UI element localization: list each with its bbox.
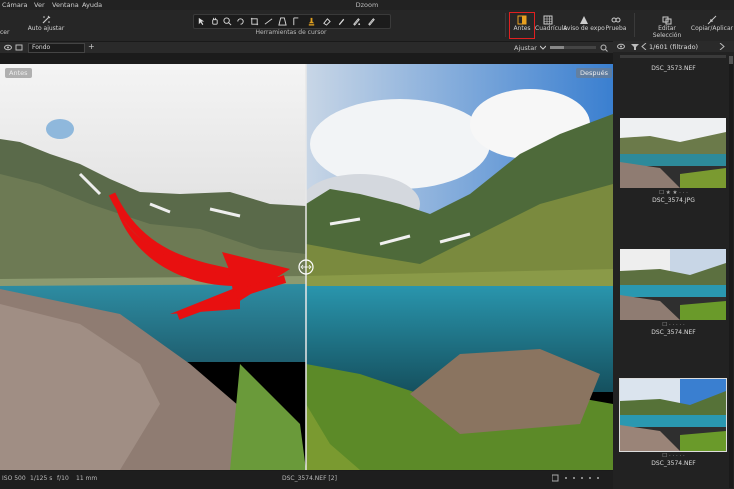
left-cut-label: cer [0, 29, 10, 36]
window-title: Dzoom [355, 1, 379, 9]
browser-panel: 1/601 (filtrado) DSC_3573.NEF ☐ ★ ★ · · … [613, 41, 734, 489]
auto-adjust-button[interactable]: Auto ajustar [26, 15, 66, 32]
layer-bar: Fondo + Ajustar [0, 41, 613, 53]
browser-scrollbar[interactable] [729, 56, 733, 488]
menu-camara[interactable]: Cámara [2, 1, 28, 9]
eraser-icon[interactable] [322, 17, 331, 26]
exposure-warning-label: Aviso de expo [563, 25, 605, 32]
filter-icon[interactable] [631, 43, 639, 50]
browser-scroll-thumb[interactable] [729, 56, 733, 64]
edit-selection-label: Editar Selección [652, 25, 682, 39]
before-after-label: Antes [513, 25, 531, 32]
warning-icon [580, 16, 588, 24]
auto-adjust-icon [42, 15, 51, 24]
toolbar-separator [634, 13, 635, 37]
iso-readout: ISO 500 [2, 475, 26, 482]
thumb-top-strip [620, 55, 726, 58]
shutter-readout: 1/125 s [30, 475, 53, 482]
thumbnail-image [620, 249, 726, 320]
before-label: Antes [5, 68, 32, 78]
straighten-icon[interactable] [264, 17, 273, 26]
status-filename: DSC_3574.NEF [2] [282, 475, 337, 482]
image-viewer[interactable]: Antes Después [0, 64, 613, 470]
thumb-rating[interactable]: ☐ · · · · · [613, 453, 734, 459]
mask-brush-icon[interactable] [307, 17, 316, 26]
glasses-icon [611, 17, 621, 23]
spot-icon[interactable] [292, 17, 301, 26]
eye-icon[interactable] [4, 44, 12, 51]
menu-bar: Cámara Ver Ventana Ayuda Dzoom [0, 0, 734, 10]
thumb-rating[interactable]: ☐ · · · · · [613, 322, 734, 328]
keystone-icon[interactable] [278, 17, 287, 26]
thumbnail[interactable] [620, 118, 726, 188]
menu-ver[interactable]: Ver [34, 1, 45, 9]
rotate-icon[interactable] [236, 17, 245, 26]
thumbnail[interactable] [620, 249, 726, 320]
copy-apply-icon [707, 15, 717, 25]
thumbnail-selected[interactable] [619, 378, 727, 452]
edit-selection-icon [662, 16, 672, 25]
proof-button[interactable]: Prueba [604, 15, 628, 32]
radial-icon[interactable] [367, 17, 376, 26]
eye-icon[interactable] [617, 43, 625, 50]
thumbnail-image [620, 379, 726, 451]
auto-adjust-label: Auto ajustar [27, 25, 65, 32]
thumb-name: DSC_3574.NEF [651, 329, 696, 336]
browser-header: 1/601 (filtrado) [613, 41, 734, 52]
zoom-icon[interactable] [223, 17, 232, 26]
cursor-tools-label: Herramientas de cursor [255, 29, 327, 36]
draw-mask-icon[interactable] [337, 17, 346, 26]
chevron-right-icon[interactable] [719, 43, 725, 50]
copy-apply-button[interactable]: Copiar/Aplicar [690, 15, 734, 32]
edit-selection-button[interactable]: Editar Selección [646, 15, 688, 39]
focal-readout: 11 mm [76, 475, 98, 482]
exposure-warning-button[interactable]: Aviso de expo [562, 15, 606, 32]
thumb-name: DSC_3573.NEF [651, 65, 696, 72]
pointer-icon[interactable] [197, 17, 206, 26]
add-layer-button[interactable]: + [88, 42, 95, 51]
gradient-icon[interactable] [352, 17, 361, 26]
layer-select[interactable]: Fondo [28, 43, 85, 53]
thumbnail-image [620, 118, 726, 188]
rating-icon[interactable] [552, 474, 610, 482]
before-after-button[interactable]: Antes [509, 12, 535, 39]
toolbar-separator [505, 13, 506, 37]
before-after-icon [517, 15, 527, 25]
proof-label: Prueba [605, 25, 627, 32]
crop-icon[interactable] [250, 17, 259, 26]
after-label: Después [576, 68, 613, 78]
thumb-name: DSC_3574.JPG [652, 197, 695, 204]
chevron-left-icon[interactable] [641, 43, 647, 50]
menu-ayuda[interactable]: Ayuda [82, 1, 102, 9]
copy-apply-label: Copiar/Aplicar [690, 25, 734, 32]
menu-ventana[interactable]: Ventana [52, 1, 79, 9]
photo-canvas [0, 64, 613, 470]
fit-dropdown[interactable]: Ajustar [514, 44, 537, 52]
status-bar: ISO 500 1/125 s f/10 11 mm DSC_3574.NEF … [0, 471, 613, 489]
hand-icon[interactable] [210, 17, 219, 26]
layer-icon[interactable] [15, 44, 23, 51]
browser-count: 1/601 (filtrado) [649, 43, 699, 51]
zoom-in-icon[interactable] [600, 44, 608, 52]
chevron-down-icon[interactable] [540, 45, 546, 50]
cursor-tools-group [193, 14, 391, 29]
grid-icon [543, 15, 553, 25]
aperture-readout: f/10 [57, 475, 69, 482]
zoom-slider[interactable] [550, 46, 596, 49]
thumb-name: DSC_3574.NEF [651, 460, 696, 467]
thumb-rating[interactable]: ☐ ★ ★ · · · [613, 190, 734, 196]
grid-button[interactable]: Cuadrícula [535, 15, 567, 32]
